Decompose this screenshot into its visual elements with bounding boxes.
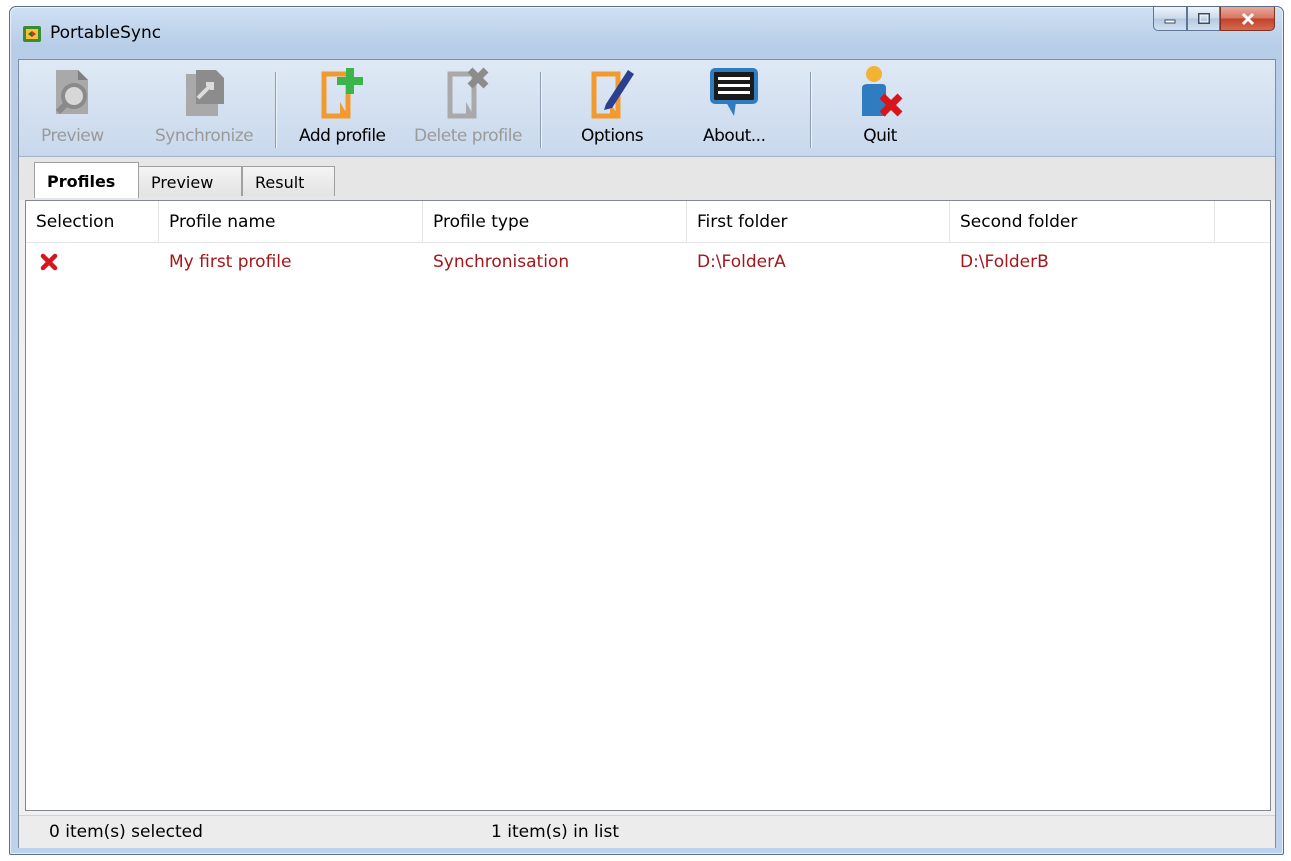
maximize-button[interactable] — [1187, 7, 1220, 31]
column-header-profile-type[interactable]: Profile type — [423, 201, 687, 242]
caption-buttons — [1153, 7, 1275, 32]
add-profile-icon — [321, 68, 364, 119]
about-icon — [710, 68, 759, 116]
synchronize-label: Synchronize — [155, 126, 254, 146]
profiles-list[interactable]: Selection Profile name Profile type Firs… — [25, 200, 1271, 811]
tab-result[interactable]: Result — [242, 166, 335, 196]
tab-strip: Profiles Preview Result — [19, 157, 1275, 200]
options-label: Options — [581, 126, 644, 146]
column-header-second-folder[interactable]: Second folder — [950, 201, 1215, 242]
quit-button[interactable]: Quit — [852, 64, 908, 152]
synchronize-button[interactable]: Synchronize — [155, 64, 254, 152]
x-mark-icon — [40, 253, 58, 271]
add-profile-button[interactable]: Add profile — [299, 64, 386, 152]
preview-button[interactable]: Preview — [41, 64, 104, 152]
second-folder-cell: D:\FolderB — [960, 252, 1049, 272]
selection-cell[interactable] — [26, 243, 159, 281]
toolbar: Preview Synchronize Add profile Delete p… — [19, 60, 1275, 157]
options-icon — [591, 70, 635, 119]
table-row[interactable]: My first profile Synchronisation D:\Fold… — [26, 243, 1270, 281]
add-profile-label: Add profile — [299, 126, 386, 146]
app-icon — [23, 26, 41, 42]
column-header-profile-name[interactable]: Profile name — [159, 201, 423, 242]
maximize-icon — [1197, 12, 1210, 24]
profile-name-cell: My first profile — [169, 252, 292, 272]
window-title: PortableSync — [50, 23, 162, 43]
tab-preview[interactable]: Preview — [138, 166, 242, 196]
toolbar-separator — [275, 72, 277, 148]
delete-profile-icon — [447, 67, 489, 119]
column-header-first-folder[interactable]: First folder — [687, 201, 950, 242]
list-header: Selection Profile name Profile type Firs… — [26, 201, 1270, 243]
delete-profile-label: Delete profile — [414, 126, 522, 146]
toolbar-separator — [810, 72, 812, 148]
close-button[interactable] — [1220, 7, 1275, 31]
first-folder-cell: D:\FolderA — [697, 252, 786, 272]
synchronize-icon — [186, 70, 225, 116]
profile-type-cell: Synchronisation — [433, 252, 570, 272]
status-bar: 0 item(s) selected 1 item(s) in list — [19, 815, 1275, 848]
column-header-selection[interactable]: Selection — [26, 201, 159, 242]
close-icon — [1241, 12, 1254, 25]
preview-label: Preview — [41, 126, 104, 146]
minimize-button[interactable] — [1153, 7, 1187, 31]
delete-profile-button[interactable]: Delete profile — [414, 64, 522, 152]
client-area: Preview Synchronize Add profile Delete p… — [18, 59, 1276, 848]
minimize-icon — [1164, 19, 1176, 23]
list-count: 1 item(s) in list — [491, 822, 620, 842]
selected-count: 0 item(s) selected — [49, 822, 203, 842]
app-window: PortableSync Preview Synchronize Add pro… — [9, 6, 1284, 855]
about-label: About... — [703, 126, 766, 146]
about-button[interactable]: About... — [703, 64, 766, 152]
preview-icon — [56, 70, 89, 115]
options-button[interactable]: Options — [581, 64, 644, 152]
quit-icon — [862, 66, 903, 117]
tab-profiles[interactable]: Profiles — [34, 162, 139, 198]
quit-label: Quit — [863, 126, 897, 146]
title-bar[interactable]: PortableSync — [10, 7, 1283, 59]
toolbar-separator — [540, 72, 542, 148]
